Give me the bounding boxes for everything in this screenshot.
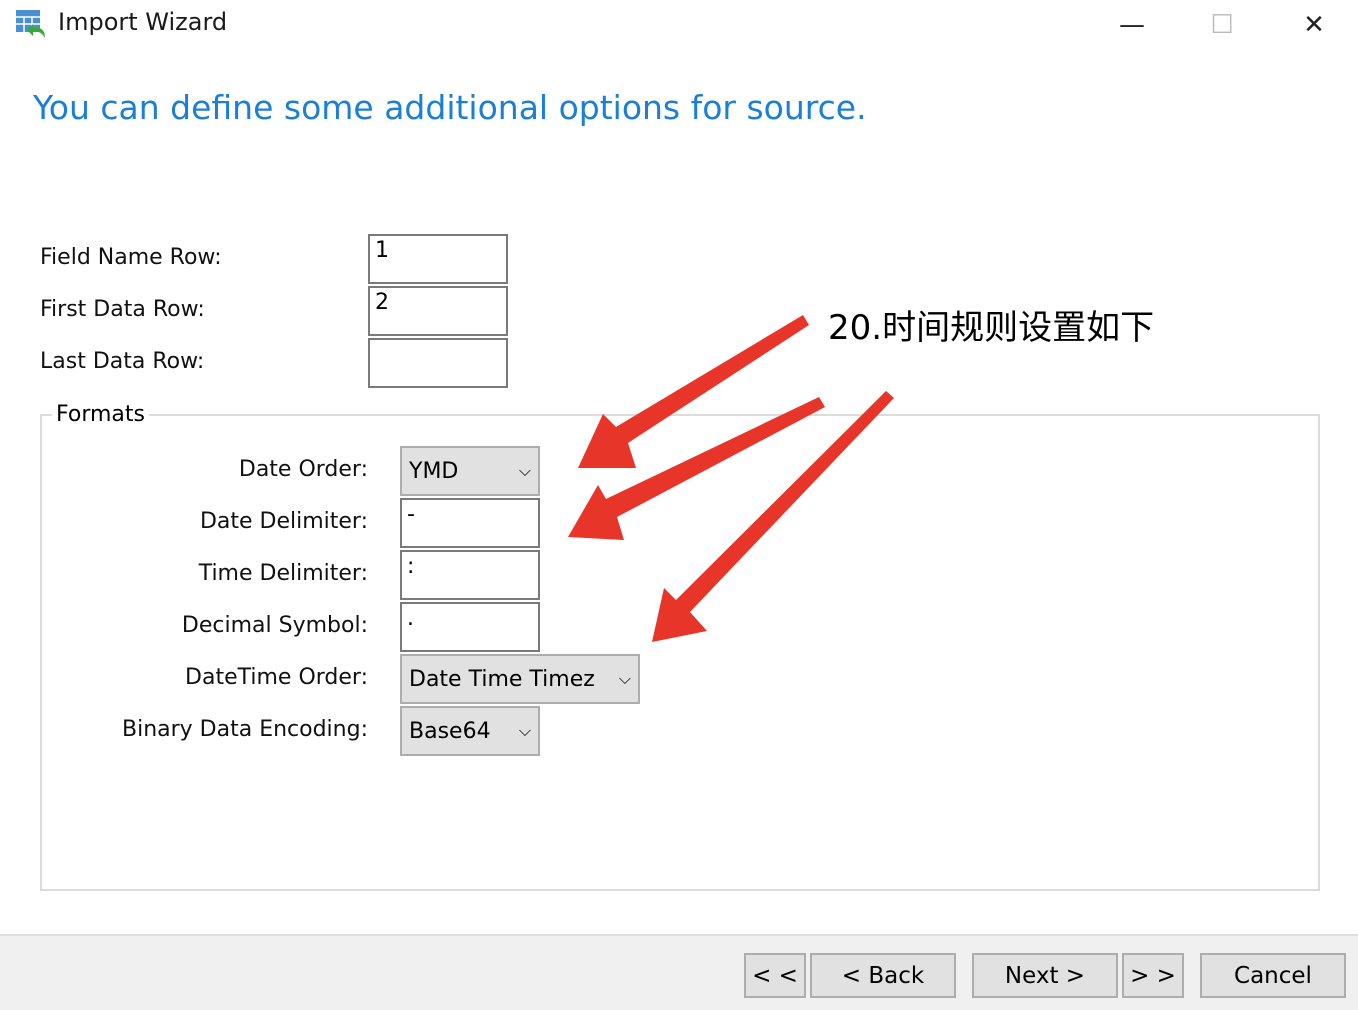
arrow-icon [578,315,809,468]
annotation-text: 20.时间规则设置如下 [828,308,1155,348]
cancel-button[interactable]: Cancel [1200,953,1346,998]
next-button[interactable]: Next > [972,953,1118,998]
annotation-arrows [568,315,894,642]
back-button[interactable]: < Back [810,953,956,998]
first-page-button[interactable]: < < [744,953,806,998]
last-page-button[interactable]: > > [1122,953,1184,998]
